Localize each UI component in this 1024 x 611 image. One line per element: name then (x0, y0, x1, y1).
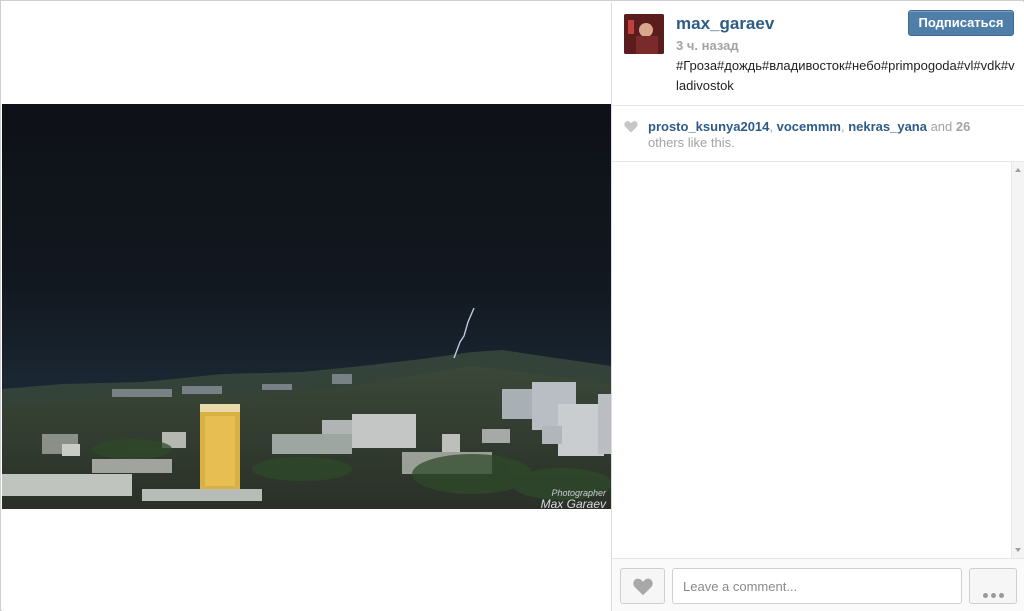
heart-icon (633, 578, 653, 596)
likes-separator: , (769, 119, 777, 134)
like-button[interactable] (620, 568, 665, 604)
photo-image: Photographer Max Garaev (2, 104, 611, 509)
username-link[interactable]: max_garaev (676, 14, 774, 34)
more-dots-icon (983, 585, 1007, 603)
likes-text: prosto_ksunya2014, vocemmm, nekras_yana … (648, 119, 1008, 151)
scroll-down-arrow-icon[interactable] (1015, 548, 1021, 552)
post-caption: #Гроза#дождь#владивосток#небо#primpogoda… (676, 58, 1015, 93)
comments-list (612, 162, 1024, 558)
scroll-up-arrow-icon[interactable] (1015, 168, 1021, 172)
comments-scrollbar[interactable] (1011, 162, 1024, 558)
avatar-image (624, 14, 664, 54)
post-timestamp[interactable]: 3 ч. назад (676, 38, 739, 53)
avatar[interactable] (624, 14, 664, 54)
liker-link[interactable]: vocemmm (777, 119, 841, 134)
watermark-line2: Max Garaev (541, 497, 607, 509)
follow-button[interactable]: Подписаться (908, 10, 1014, 36)
likes-and-text: and (926, 119, 956, 134)
post-photo[interactable]: Photographer Max Garaev (2, 104, 611, 509)
post-footer (612, 558, 1024, 611)
more-options-button[interactable] (969, 568, 1017, 604)
likes-others-text: others like this. (648, 135, 735, 150)
post-sidebar: max_garaev 3 ч. назад #Гроза#дождь#влади… (611, 2, 1024, 611)
likes-section: prosto_ksunya2014, vocemmm, nekras_yana … (612, 106, 1024, 162)
liker-link[interactable]: nekras_yana (848, 119, 927, 134)
comment-input[interactable] (672, 568, 962, 604)
liker-link[interactable]: prosto_ksunya2014 (648, 119, 769, 134)
likes-others-count[interactable]: 26 (956, 119, 970, 134)
post-header: max_garaev 3 ч. назад #Гроза#дождь#влади… (612, 2, 1024, 106)
post-modal: Photographer Max Garaev max_garaev 3 ч. … (0, 0, 1024, 611)
heart-icon (624, 121, 638, 133)
